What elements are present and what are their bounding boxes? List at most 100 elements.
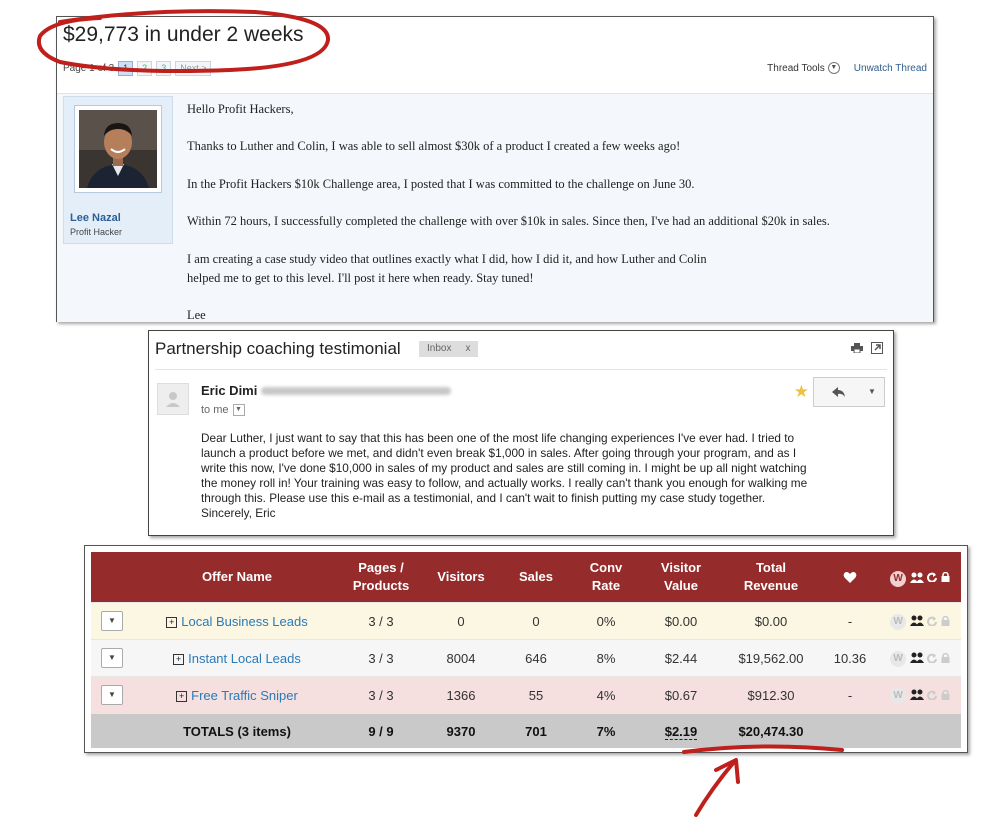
user-title: Profit Hacker [70, 227, 123, 237]
lock-icon [941, 572, 950, 583]
page-link-3[interactable]: 3 [156, 61, 172, 76]
cell-visitor-value: $0.00 [641, 602, 721, 640]
recipient-details[interactable]: to me ▼ [201, 404, 245, 416]
w-badge-icon: W [890, 570, 907, 587]
forum-thread-panel: $29,773 in under 2 weeks Page 1 of 3 1 2… [56, 16, 934, 322]
col-conv-rate[interactable]: Conv Rate [571, 552, 641, 603]
row-menu-button[interactable]: ▼ [101, 685, 123, 705]
row-menu-button[interactable]: ▼ [101, 648, 123, 668]
cell-pages: 3 / 3 [341, 639, 421, 677]
totals-label: TOTALS (3 items) [133, 713, 341, 748]
offers-table-panel: Offer Name Pages / Products Visitors Sale… [84, 545, 968, 753]
chevron-down-icon[interactable]: ▼ [232, 404, 245, 416]
chevron-down-icon: ▼ [827, 62, 840, 74]
total-pages: 9 / 9 [341, 713, 421, 748]
col-favorites[interactable] [821, 552, 879, 603]
col-offer-name[interactable]: Offer Name [133, 552, 341, 603]
cell-visitor-value: $2.44 [641, 639, 721, 677]
cell-revenue: $912.30 [721, 676, 821, 714]
thread-tools-label: Thread Tools [767, 62, 825, 74]
star-icon[interactable]: ★ [794, 382, 809, 402]
w-badge-icon[interactable]: W [890, 614, 907, 630]
cell-actions: W [879, 676, 961, 714]
header-text: Pages / [358, 560, 404, 575]
col-visitors[interactable]: Visitors [421, 552, 501, 603]
post-paragraph: Hello Profit Hackers, [187, 102, 294, 116]
refresh-icon[interactable] [927, 653, 938, 663]
avatar[interactable] [74, 105, 162, 193]
user-name-link[interactable]: Lee Nazal [70, 212, 121, 224]
header-text: Rate [591, 578, 621, 593]
inbox-label[interactable]: Inbox x [419, 341, 479, 357]
w-badge-icon[interactable]: W [890, 688, 907, 704]
reply-icon [832, 387, 845, 397]
cell-sales: 646 [501, 639, 571, 677]
remove-label-button[interactable]: x [465, 343, 470, 354]
header-text: Visitor [660, 560, 702, 575]
total-visitor-value: $2.19 [664, 723, 698, 740]
post-paragraph: I am creating a case study video that ou… [187, 252, 707, 266]
group-icon[interactable] [909, 615, 924, 627]
expand-icon[interactable]: + [166, 616, 178, 628]
lock-icon[interactable] [941, 652, 950, 663]
col-visitor-value[interactable]: Visitor Value [641, 552, 721, 603]
expand-icon[interactable]: + [176, 690, 188, 702]
w-badge-icon[interactable]: W [890, 651, 907, 667]
offer-link[interactable]: Local Business Leads [181, 614, 307, 629]
cell-favorite-score: - [821, 676, 879, 714]
header-text: Revenue [743, 578, 799, 593]
sender-name[interactable]: Eric Dimi [201, 383, 257, 398]
expand-icon[interactable]: + [173, 653, 185, 665]
new-window-icon[interactable] [871, 342, 883, 354]
cell-pages: 3 / 3 [341, 602, 421, 640]
row-menu-button[interactable]: ▼ [101, 611, 123, 631]
total-conv-rate: 7% [571, 713, 641, 748]
table-row: ▼ + Free Traffic Sniper 3 / 3 1366 55 4% … [91, 676, 961, 714]
person-icon [166, 392, 180, 407]
offer-link[interactable]: Free Traffic Sniper [191, 688, 298, 703]
page-link-2[interactable]: 2 [137, 61, 153, 76]
user-info-box: Lee Nazal Profit Hacker [63, 96, 173, 244]
more-actions-button[interactable]: ▼ [860, 377, 885, 407]
email-panel: Partnership coaching testimonial Inbox x … [148, 330, 894, 536]
cell-actions: W [879, 602, 961, 640]
group-icon[interactable] [909, 652, 924, 664]
cell-favorite-score: - [821, 602, 879, 640]
sender-avatar[interactable] [157, 383, 189, 415]
lock-icon[interactable] [941, 615, 950, 626]
cell-visitors: 0 [421, 602, 501, 640]
email-line: launch a product before we met, and didn… [201, 446, 797, 460]
refresh-icon[interactable] [927, 616, 938, 626]
email-line: Sincerely, Eric [201, 506, 276, 520]
total-revenue: $20,474.30 [721, 713, 821, 748]
col-pages-products[interactable]: Pages / Products [341, 552, 421, 603]
thread-title: $29,773 in under 2 weeks [63, 23, 304, 46]
col-sales[interactable]: Sales [501, 552, 571, 603]
post-paragraph: helped me to get to this level. I'll pos… [187, 271, 534, 285]
unwatch-thread-link[interactable]: Unwatch Thread [854, 63, 927, 74]
cell-sales: 55 [501, 676, 571, 714]
total-sales: 701 [501, 713, 571, 748]
email-line: through this. Please use this e-mail as … [201, 491, 766, 505]
print-icon[interactable] [851, 343, 863, 353]
cell-conv-rate: 8% [571, 639, 641, 677]
post-signature: Lee [187, 308, 206, 322]
page-link-1[interactable]: 1 [118, 61, 134, 76]
col-total-revenue[interactable]: Total Revenue [721, 552, 821, 603]
next-page-link[interactable]: Next > [175, 61, 212, 76]
table-row: ▼ + Instant Local Leads 3 / 3 8004 646 8%… [91, 639, 961, 677]
offer-link[interactable]: Instant Local Leads [188, 651, 301, 666]
reply-button[interactable] [813, 377, 861, 407]
header-text: Value [664, 578, 698, 593]
refresh-icon[interactable] [927, 690, 938, 700]
post-paragraph: Thanks to Luther and Colin, I was able t… [187, 139, 681, 153]
email-line: write this now, I've done $10,000 in sal… [201, 461, 807, 475]
group-icon [909, 572, 924, 583]
lock-icon[interactable] [941, 689, 950, 700]
thread-tools-menu[interactable]: Thread Tools ▼ [767, 62, 840, 74]
header-text: Total [755, 560, 787, 575]
table-row: ▼ + Local Business Leads 3 / 3 0 0 0% $0.… [91, 602, 961, 640]
group-icon[interactable] [909, 689, 924, 701]
cell-revenue: $0.00 [721, 602, 821, 640]
header-text: Products [352, 578, 410, 593]
